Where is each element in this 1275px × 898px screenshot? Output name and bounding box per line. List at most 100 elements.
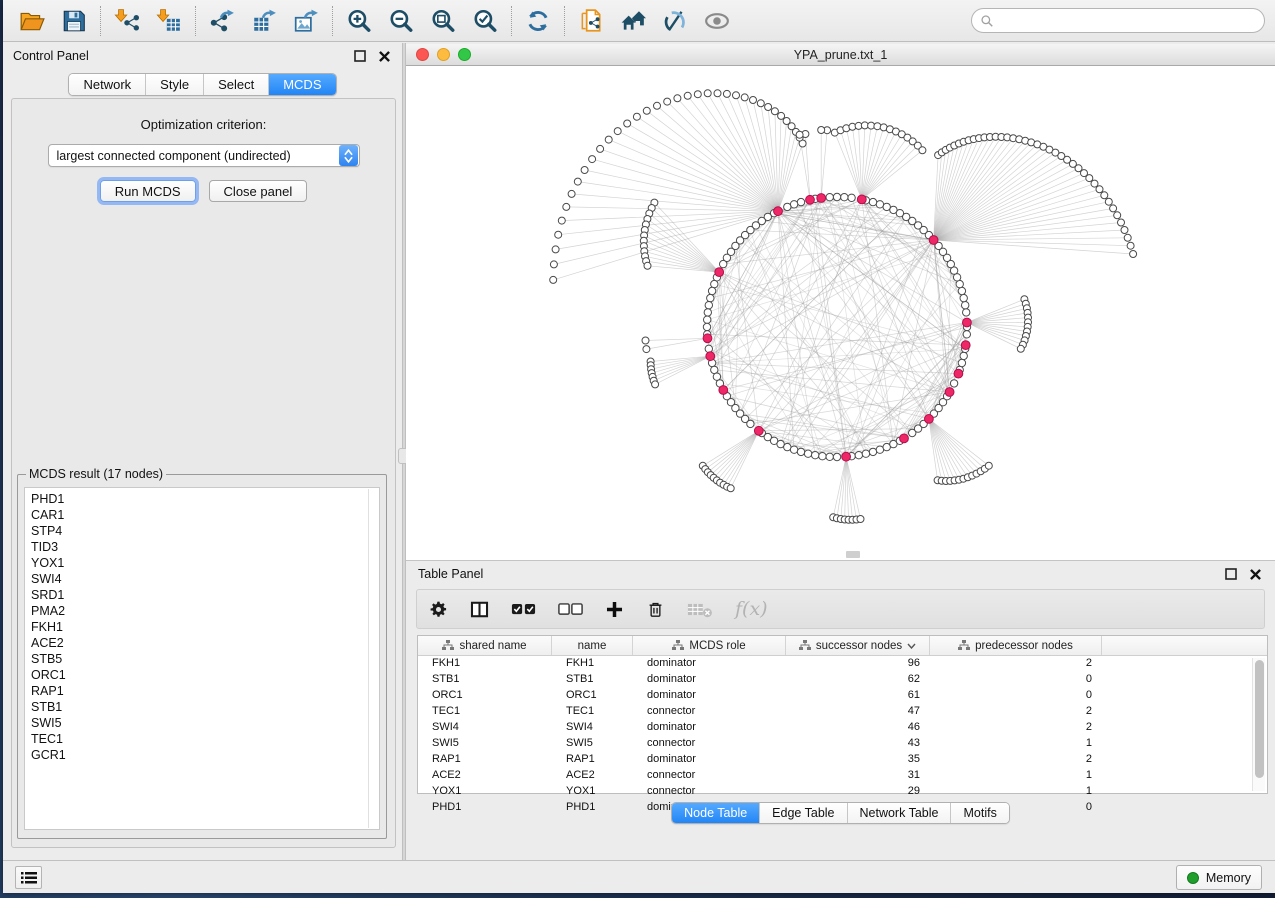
network-node[interactable] (833, 453, 840, 460)
column-header-MCDS-role[interactable]: MCDS role (633, 636, 786, 655)
unselect-all-icon[interactable] (558, 600, 583, 619)
network-edge[interactable] (821, 130, 827, 198)
network-leaf-node[interactable] (783, 118, 790, 125)
vizmap-icon[interactable] (660, 6, 690, 36)
network-leaf-node[interactable] (796, 131, 803, 138)
network-edge[interactable] (657, 106, 778, 211)
tab-motifs[interactable]: Motifs (950, 803, 1008, 823)
network-hub-node[interactable] (806, 195, 815, 204)
network-leaf-node[interactable] (771, 108, 778, 115)
network-hub-node[interactable] (929, 236, 938, 245)
export-table-icon[interactable] (249, 6, 279, 36)
network-edge[interactable] (654, 203, 719, 273)
network-leaf-node[interactable] (1114, 212, 1121, 219)
network-node[interactable] (707, 294, 714, 301)
network-edge[interactable] (708, 431, 759, 472)
float-table-panel-icon[interactable] (1223, 566, 1239, 582)
close-panel-icon[interactable] (376, 48, 392, 64)
tab-mcds[interactable]: MCDS (268, 74, 335, 95)
network-hub-node[interactable] (857, 195, 866, 204)
network-edge[interactable] (967, 304, 1026, 323)
network-edge[interactable] (566, 207, 778, 211)
network-node[interactable] (705, 302, 712, 309)
network-leaf-node[interactable] (624, 120, 631, 127)
network-canvas[interactable] (406, 66, 1275, 560)
memory-button[interactable]: Memory (1176, 865, 1262, 890)
network-node[interactable] (708, 287, 715, 294)
network-edge[interactable] (862, 132, 896, 200)
network-node[interactable] (797, 198, 804, 205)
network-edge[interactable] (731, 252, 893, 444)
network-node[interactable] (797, 448, 804, 455)
network-hub-node[interactable] (719, 386, 728, 395)
network-node[interactable] (960, 352, 967, 359)
network-leaf-node[interactable] (684, 92, 691, 99)
refresh-icon[interactable] (523, 6, 553, 36)
network-leaf-node[interactable] (664, 98, 671, 105)
network-node[interactable] (960, 294, 967, 301)
network-leaf-node[interactable] (614, 128, 621, 135)
network-leaf-node[interactable] (741, 94, 748, 101)
column-header-shared-name[interactable]: shared name (418, 636, 552, 655)
table-row[interactable]: YOX1YOX1connector291 (418, 784, 1267, 800)
network-leaf-node[interactable] (652, 381, 659, 388)
network-node[interactable] (956, 280, 963, 287)
float-panel-icon[interactable] (352, 48, 368, 64)
network-edge[interactable] (727, 396, 904, 438)
network-edge[interactable] (654, 356, 711, 381)
search-input[interactable] (998, 11, 1264, 31)
table-row[interactable]: TEC1TEC1connector472 (418, 704, 1267, 720)
network-edge[interactable] (841, 130, 862, 199)
network-edge[interactable] (637, 117, 778, 212)
network-leaf-node[interactable] (694, 91, 701, 98)
network-node[interactable] (958, 287, 965, 294)
network-edge[interactable] (644, 241, 719, 272)
network-leaf-node[interactable] (919, 147, 926, 154)
network-leaf-node[interactable] (1124, 234, 1131, 241)
mcds-node-item[interactable]: CAR1 (31, 507, 379, 523)
network-leaf-node[interactable] (555, 231, 562, 238)
zoom-selected-icon[interactable] (470, 6, 500, 36)
table-scrollbar[interactable] (1252, 658, 1265, 791)
close-panel-button[interactable]: Close panel (209, 180, 308, 202)
network-leaf-node[interactable] (765, 104, 772, 111)
network-leaf-node[interactable] (550, 276, 557, 283)
table-row[interactable]: SWI4SWI4dominator462 (418, 720, 1267, 736)
network-edge[interactable] (778, 132, 796, 211)
network-leaf-node[interactable] (857, 516, 864, 523)
network-leaf-node[interactable] (1091, 180, 1098, 187)
network-edge[interactable] (688, 96, 778, 211)
network-edge[interactable] (711, 431, 759, 475)
mcds-node-item[interactable]: FKH1 (31, 619, 379, 635)
network-leaf-node[interactable] (1110, 205, 1117, 212)
network-node[interactable] (720, 260, 727, 267)
mcds-node-item[interactable]: SWI4 (31, 571, 379, 587)
network-leaf-node[interactable] (605, 136, 612, 143)
task-history-button[interactable] (15, 866, 42, 889)
network-leaf-node[interactable] (778, 112, 785, 119)
network-edge[interactable] (705, 431, 759, 469)
snapshot-icon[interactable] (576, 6, 606, 36)
eye-icon[interactable] (702, 6, 732, 36)
network-hub-node[interactable] (945, 388, 954, 397)
network-leaf-node[interactable] (1121, 227, 1128, 234)
network-leaf-node[interactable] (874, 123, 881, 130)
network-edge[interactable] (653, 356, 711, 377)
network-leaf-node[interactable] (563, 203, 570, 210)
network-hub-node[interactable] (963, 318, 972, 327)
network-node[interactable] (883, 203, 890, 210)
network-leaf-node[interactable] (733, 92, 740, 99)
network-leaf-node[interactable] (654, 102, 661, 109)
tab-edge-table[interactable]: Edge Table (759, 803, 846, 823)
network-leaf-node[interactable] (643, 346, 650, 353)
network-node[interactable] (841, 194, 848, 201)
mcds-result-list[interactable]: PHD1CAR1STP4TID3YOX1SWI4SRD1PMA2FKH1ACE2… (24, 487, 380, 830)
tab-node-table[interactable]: Node Table (672, 803, 759, 823)
network-edge[interactable] (934, 240, 1134, 254)
network-node[interactable] (963, 331, 970, 338)
network-leaf-node[interactable] (1101, 192, 1108, 199)
network-leaf-node[interactable] (597, 145, 604, 152)
network-node[interactable] (703, 323, 710, 330)
network-hub-node[interactable] (954, 369, 963, 378)
optimization-criterion-select[interactable]: largest connected component (undirected) (48, 144, 360, 167)
